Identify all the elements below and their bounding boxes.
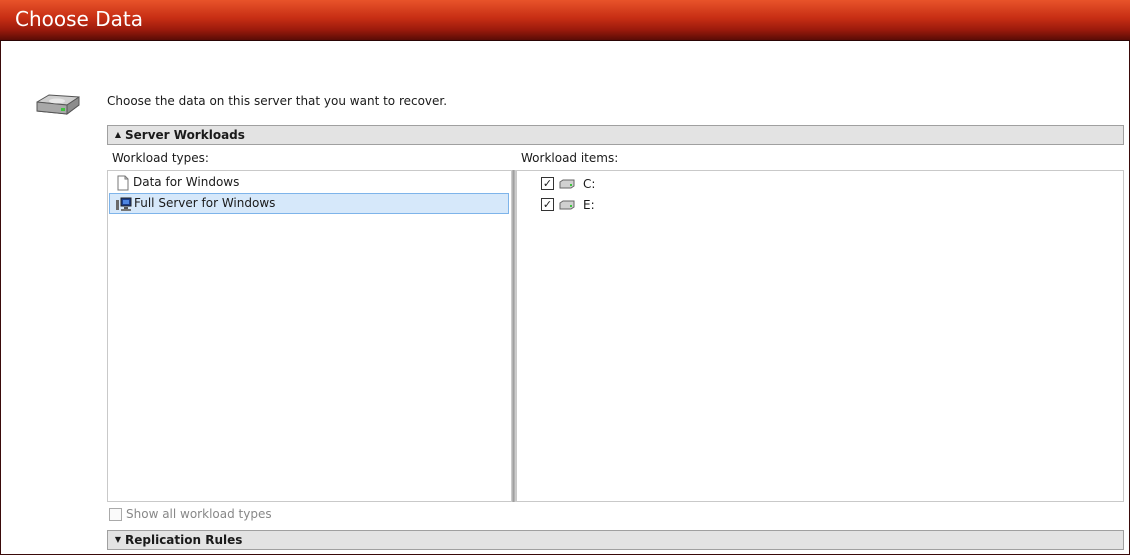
collapse-arrow-icon: ▲ <box>114 130 122 139</box>
replication-rules-header[interactable]: ▼ Replication Rules <box>107 530 1124 550</box>
workload-items-label: Workload items: <box>521 151 619 165</box>
server-workloads-title: Server Workloads <box>125 128 245 142</box>
checkbox-box[interactable] <box>109 508 122 521</box>
workload-type-label: Full Server for Windows <box>134 196 276 210</box>
workload-types-list[interactable]: Data for Windows Full Server for Windows <box>107 170 513 502</box>
workload-item-label: E: <box>583 198 595 212</box>
expand-arrow-icon: ▼ <box>114 535 122 544</box>
workload-item-label: C: <box>583 177 596 191</box>
server-workloads-header[interactable]: ▲ Server Workloads <box>107 125 1124 145</box>
disk-drive-icon <box>559 200 575 210</box>
item-checkbox[interactable]: ✓ <box>541 198 554 211</box>
show-all-label: Show all workload types <box>126 507 272 521</box>
workload-type-data-for-windows[interactable]: Data for Windows <box>109 173 509 192</box>
workload-type-label: Data for Windows <box>133 175 240 189</box>
workload-types-label: Workload types: <box>112 151 209 165</box>
document-icon <box>117 175 129 191</box>
replication-rules-title: Replication Rules <box>125 533 243 547</box>
item-checkbox[interactable]: ✓ <box>541 177 554 190</box>
workload-items-list[interactable]: ✓ C: ✓ E: <box>516 170 1124 502</box>
hard-drive-icon <box>36 94 80 115</box>
server-icon <box>116 197 132 211</box>
workload-type-full-server[interactable]: Full Server for Windows <box>109 193 509 214</box>
window-title: Choose Data <box>15 7 143 31</box>
disk-drive-icon <box>559 179 575 189</box>
instruction-text: Choose the data on this server that you … <box>107 94 448 108</box>
title-bar: Choose Data <box>0 0 1130 41</box>
